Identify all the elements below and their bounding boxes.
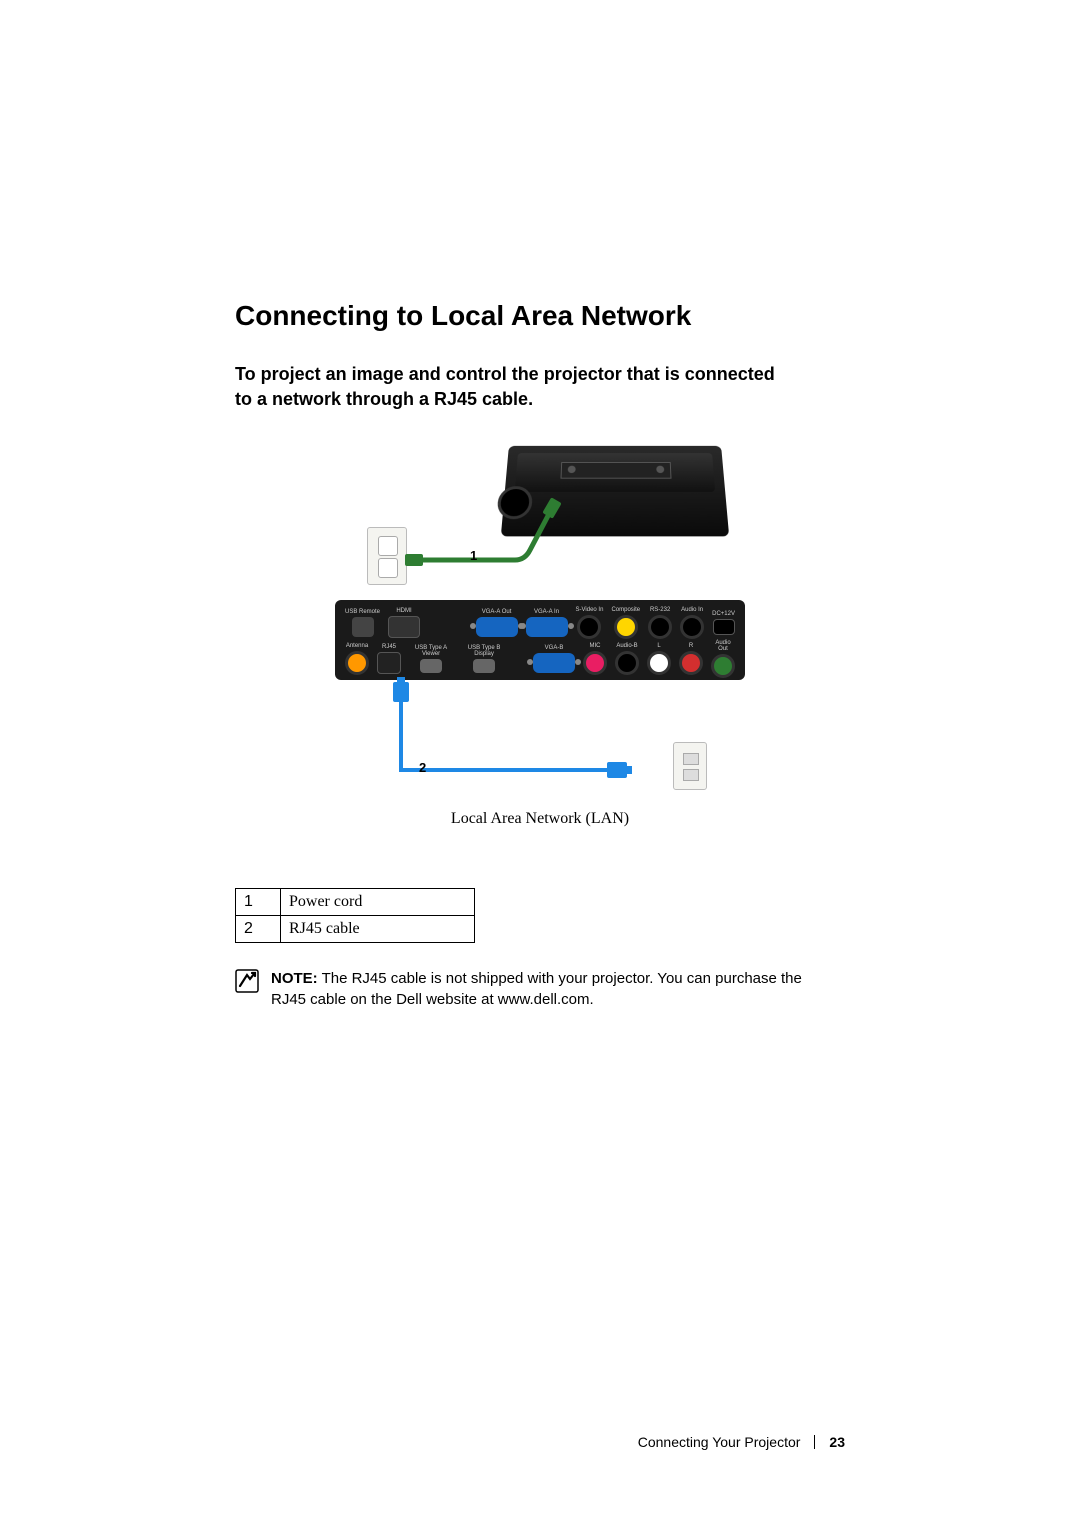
section-heading: Connecting to Local Area Network: [235, 300, 845, 332]
ethernet-cable-icon: [399, 768, 609, 772]
table-row: 2 RJ45 cable: [236, 916, 475, 943]
legend-table: 1 Power cord 2 RJ45 cable: [235, 888, 475, 943]
power-plug-left-icon: [405, 554, 423, 566]
legend-desc: RJ45 cable: [281, 916, 475, 943]
note-text: NOTE: The RJ45 cable is not shipped with…: [271, 969, 815, 1010]
diagram-container: 1 USB Remote HDMI VGA-A Out VGA-A In S-V…: [315, 442, 765, 828]
footer-page-number: 23: [829, 1434, 845, 1450]
diagram-caption: Local Area Network (LAN): [315, 810, 765, 828]
manual-page: Connecting to Local Area Network To proj…: [0, 0, 1080, 1528]
table-row: 1 Power cord: [236, 889, 475, 916]
page-footer: Connecting Your Projector 23: [638, 1434, 845, 1450]
note-icon: [235, 969, 259, 993]
footer-divider-icon: [814, 1435, 815, 1449]
note-block: NOTE: The RJ45 cable is not shipped with…: [235, 969, 815, 1010]
legend-desc: Power cord: [281, 889, 475, 916]
callout-2: 2: [419, 760, 426, 775]
callout-1: 1: [470, 548, 477, 563]
projector-rear-panel-icon: USB Remote HDMI VGA-A Out VGA-A In S-Vid…: [335, 600, 745, 680]
note-body: The RJ45 cable is not shipped with your …: [271, 970, 802, 1007]
ethernet-cable-icon: [399, 702, 403, 772]
legend-num: 1: [236, 889, 281, 916]
wall-jack-icon: [673, 742, 707, 790]
rj45-connector-top-icon: [393, 682, 409, 702]
note-label: NOTE:: [271, 970, 318, 987]
section-subheading: To project an image and control the proj…: [235, 362, 795, 412]
connection-diagram: 1 USB Remote HDMI VGA-A Out VGA-A In S-V…: [315, 442, 765, 792]
power-cord-icon: [315, 442, 765, 612]
footer-section: Connecting Your Projector: [638, 1434, 801, 1450]
legend-num: 2: [236, 916, 281, 943]
rj45-connector-right-icon: [607, 762, 627, 778]
